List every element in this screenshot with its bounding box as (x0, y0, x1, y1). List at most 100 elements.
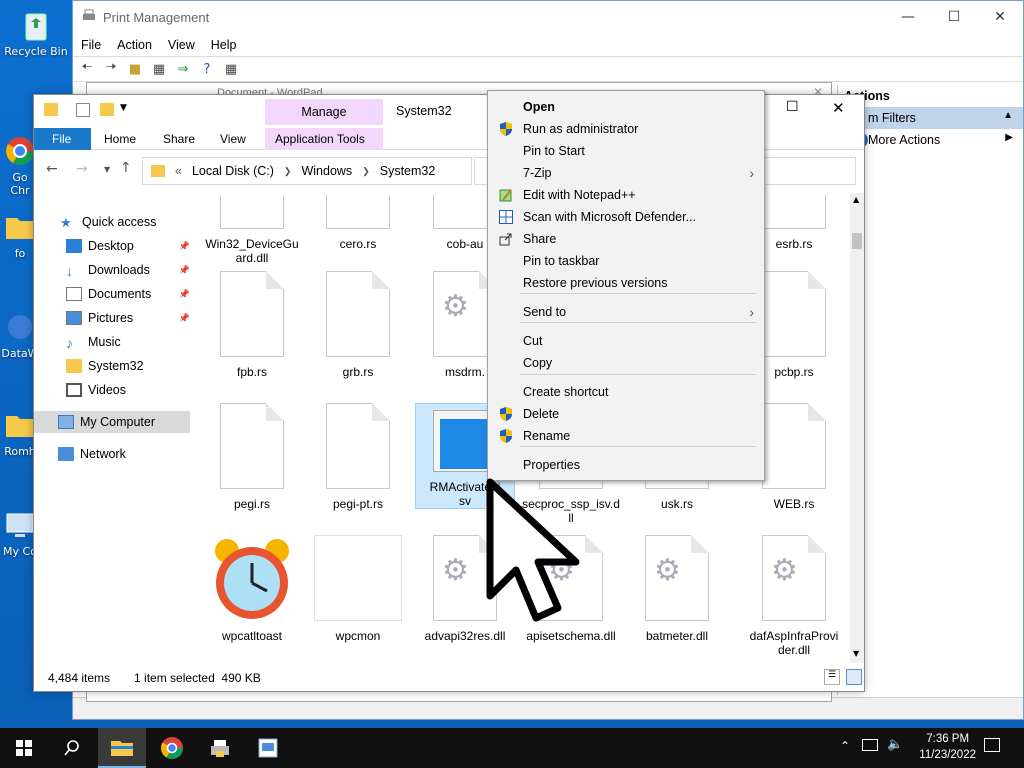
file-item[interactable]: ⚙ apisetschema.dll (521, 535, 621, 643)
export-list-icon[interactable]: ⇒ (173, 59, 193, 79)
volume-icon[interactable]: 🔈 (887, 737, 903, 752)
help-icon[interactable]: ? (197, 59, 217, 79)
show-hide-tree-icon[interactable]: ▦ (149, 59, 169, 79)
clock[interactable]: 7:36 PM 11/23/2022 (919, 731, 976, 763)
menu-action[interactable]: Action (117, 38, 152, 52)
breadcrumb-system32[interactable]: System32 (380, 164, 436, 178)
search-button[interactable] (48, 728, 96, 768)
pin-icon[interactable]: 📌 (179, 289, 190, 300)
dll-file-icon: ⚙ (645, 535, 709, 621)
context-menu-item-restore-previous-versions[interactable]: Restore previous versions (488, 272, 764, 294)
up-arrow-icon[interactable]: ↑ (120, 160, 132, 176)
folder-up-icon[interactable]: ■ (125, 59, 145, 79)
tab-file[interactable]: File (34, 128, 91, 150)
file-item[interactable]: ⚙ dafAspInfraProvi der.dll (744, 535, 844, 657)
file-item[interactable]: wpcmon (308, 535, 408, 643)
file-name: pegi.rs (233, 497, 271, 511)
minimize-button[interactable]: — (885, 1, 931, 33)
context-menu-item-pin-to-start[interactable]: Pin to Start (488, 140, 764, 162)
context-menu-item-copy[interactable]: Copy (488, 352, 764, 374)
collapse-icon[interactable]: ▲ (1003, 110, 1013, 121)
desktop-icon-recycle-bin[interactable]: Recycle Bin (0, 8, 72, 58)
file-item[interactable]: pegi-pt.rs (308, 403, 408, 511)
chevron-down-icon[interactable]: ▼ (104, 165, 110, 174)
close-button[interactable]: ✕ (832, 99, 845, 117)
notifications-icon[interactable] (984, 738, 1000, 752)
context-menu-item-run-as-administrator[interactable]: Run as administrator (488, 118, 764, 140)
context-menu-item-share[interactable]: Share (488, 228, 764, 250)
address-bar[interactable]: « Local Disk (C:) ❯ Windows ❯ System32 (142, 157, 472, 185)
context-menu-item-delete[interactable]: Delete (488, 403, 764, 425)
context-menu-item-properties[interactable]: Properties (488, 454, 764, 476)
nav-my-computer[interactable]: My Computer (34, 411, 190, 433)
menu-file[interactable]: File (81, 38, 101, 52)
file-item[interactable]: cero.rs (308, 195, 408, 251)
start-button[interactable] (0, 728, 48, 768)
file-item[interactable]: ⚙ batmeter.dll (627, 535, 727, 643)
nav-pictures[interactable]: Pictures 📌 (34, 307, 194, 329)
taskbar-file-explorer[interactable] (98, 728, 146, 768)
menu-help[interactable]: Help (211, 38, 237, 52)
shield-icon (499, 407, 513, 421)
nav-documents[interactable]: Documents 📌 (34, 283, 194, 305)
context-menu-item-7-zip[interactable]: 7-Zip › (488, 162, 764, 184)
pin-icon[interactable]: 📌 (179, 313, 190, 324)
nav-system32[interactable]: System32 (34, 355, 194, 377)
taskbar-print-management[interactable] (196, 728, 244, 768)
actions-filter-item[interactable]: m Filters ▲ (838, 107, 1023, 129)
scroll-thumb[interactable] (852, 233, 862, 249)
breadcrumb-windows[interactable]: Windows (301, 164, 352, 178)
context-menu-item-scan-with-microsoft-defender[interactable]: Scan with Microsoft Defender... (488, 206, 764, 228)
vertical-scrollbar[interactable]: ▲ ▼ (850, 193, 864, 663)
menu-view[interactable]: View (168, 38, 195, 52)
forward-arrow-icon[interactable]: → (76, 161, 88, 177)
tab-home[interactable]: Home (94, 128, 146, 150)
context-menu-item-create-shortcut[interactable]: Create shortcut (488, 381, 764, 403)
nav-downloads[interactable]: ↓ Downloads 📌 (34, 259, 194, 281)
breadcrumb-local-disk[interactable]: Local Disk (C:) (192, 164, 274, 178)
file-item[interactable]: ⚙ advapi32res.dll (415, 535, 515, 643)
file-name: Win32_DeviceGu ard.dll (205, 237, 299, 265)
tab-application-tools[interactable]: Application Tools (265, 128, 383, 150)
close-button[interactable]: ✕ (977, 1, 1023, 33)
file-item[interactable]: fpb.rs (202, 271, 302, 379)
chevron-up-icon[interactable]: ⌃ (840, 739, 850, 753)
back-arrow-icon[interactable]: 🠠 (77, 59, 97, 79)
scroll-up-icon[interactable]: ▲ (853, 195, 859, 204)
nav-videos[interactable]: Videos (34, 379, 194, 401)
properties-icon[interactable] (76, 103, 90, 117)
network-icon[interactable] (862, 739, 878, 751)
file-name: advapi32res.dll (424, 629, 506, 643)
nav-quick-access[interactable]: ★ Quick access (34, 211, 194, 233)
pin-icon[interactable]: 📌 (179, 241, 190, 252)
maximize-button[interactable]: ☐ (931, 1, 977, 33)
file-item[interactable]: wpcatltoast (202, 535, 302, 643)
back-arrow-icon[interactable]: ← (46, 161, 58, 177)
large-icons-view-icon[interactable] (846, 669, 862, 685)
chevron-down-icon[interactable]: ▼ (120, 103, 127, 113)
taskbar-wordpad[interactable] (244, 728, 292, 768)
show-action-pane-icon[interactable]: ▦ (221, 59, 241, 79)
context-menu-item-open[interactable]: Open (488, 96, 764, 118)
forward-arrow-icon[interactable]: 🠢 (101, 59, 121, 79)
tab-share[interactable]: Share (153, 128, 205, 150)
maximize-button[interactable]: ☐ (786, 99, 799, 115)
tab-view[interactable]: View (210, 128, 256, 150)
nav-music[interactable]: ♪ Music (34, 331, 194, 353)
context-menu-item-edit-with-notepad[interactable]: Edit with Notepad++ (488, 184, 764, 206)
new-folder-icon[interactable] (100, 103, 114, 116)
nav-network[interactable]: Network (34, 443, 194, 465)
details-view-icon[interactable]: ☰ (824, 669, 840, 685)
more-actions-item[interactable]: ? More Actions ▶ (838, 129, 1023, 151)
nav-desktop[interactable]: Desktop 📌 (34, 235, 194, 257)
file-item[interactable]: pegi.rs (202, 403, 302, 511)
file-item[interactable]: grb.rs (308, 271, 408, 379)
pin-icon[interactable]: 📌 (179, 265, 190, 276)
context-menu-item-rename[interactable]: Rename (488, 425, 764, 447)
context-menu-item-cut[interactable]: Cut (488, 330, 764, 352)
scroll-down-icon[interactable]: ▼ (853, 649, 859, 658)
file-item[interactable]: ⚙ Win32_DeviceGu ard.dll (202, 195, 302, 265)
context-menu-item-pin-to-taskbar[interactable]: Pin to taskbar (488, 250, 764, 272)
taskbar-chrome[interactable] (148, 728, 196, 768)
context-menu-item-send-to[interactable]: Send to › (488, 301, 764, 323)
